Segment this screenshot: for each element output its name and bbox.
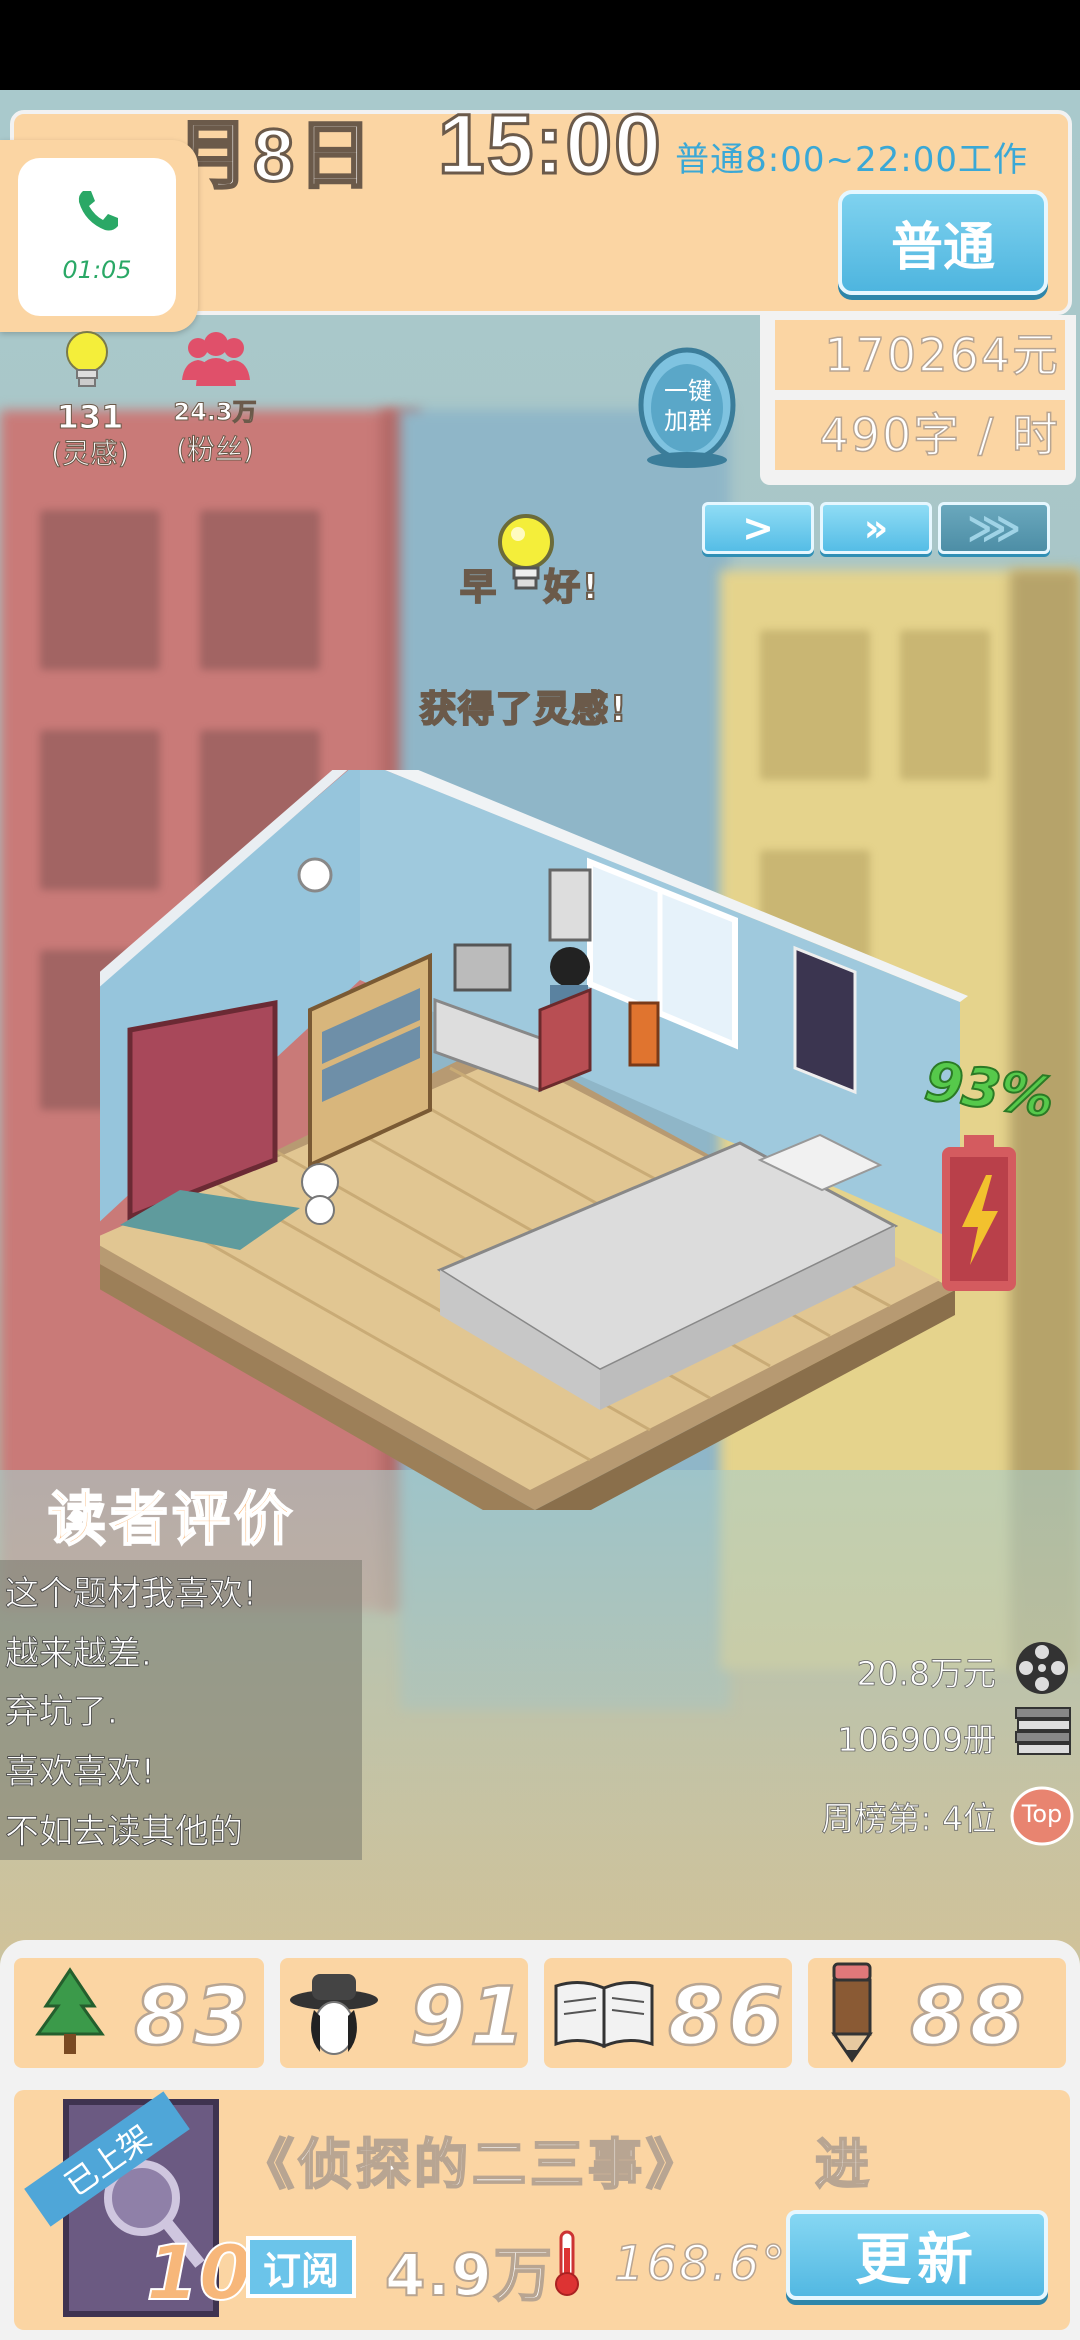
phone-icon — [78, 191, 118, 231]
isometric-room[interactable] — [100, 770, 1000, 1510]
speed-2x-button[interactable]: » — [820, 502, 932, 554]
speed-1x-button[interactable]: > — [702, 502, 814, 554]
inspiration-gained-message: 获得了灵感! — [419, 688, 629, 731]
book-revenue: 20.8万元 — [856, 1654, 996, 1694]
attribute-value-3: 86 — [667, 1969, 788, 2065]
fans-value: 24.3万 — [173, 398, 257, 427]
greeting-message: 早好! — [459, 566, 601, 609]
call-timer: 01:05 — [62, 256, 132, 284]
book-number: 10 — [145, 2227, 253, 2318]
reader-reviews-list: 这个题材我喜欢! 越来越差. 弃坑了. 喜欢喜欢! 不如去读其他的 — [0, 1560, 362, 1860]
film-reel-icon — [1016, 1642, 1068, 1694]
lightbulb-icon — [66, 331, 108, 387]
review-item: 弃坑了. — [5, 1692, 119, 1733]
phone-call-popup[interactable]: 01:05 — [0, 140, 198, 332]
update-button[interactable]: 更新 — [786, 2210, 1048, 2300]
battery-icon — [942, 1135, 1016, 1291]
inspiration-value: 131 — [56, 398, 124, 437]
book-title: 《侦探的二三事》 — [239, 2132, 704, 2197]
book-heat: 168.6° — [613, 2235, 788, 2293]
attribute-value-2: 91 — [409, 1969, 530, 2065]
open-book-icon — [554, 1981, 654, 2049]
thermometer-icon — [555, 2230, 579, 2296]
pencil-icon — [831, 1962, 873, 2063]
attribute-value-4: 88 — [909, 1969, 1030, 2065]
books-stack-icon — [1015, 1707, 1071, 1755]
date-display: 月8日 — [173, 113, 377, 199]
subscriber-count: 4.9万 — [384, 2240, 554, 2310]
review-item: 这个题材我喜欢! — [5, 1574, 257, 1615]
review-item: 不如去读其他的 — [5, 1812, 244, 1853]
work-hours-label: 普通8:00~22:00工作 — [675, 140, 1028, 180]
fans-icon — [182, 332, 250, 386]
speed-3x-button[interactable]: ⋙ — [938, 502, 1050, 554]
weekly-rank: 周榜第: 4位 — [821, 1799, 996, 1839]
qq-group-label[interactable]: 一键 加群 — [650, 376, 726, 436]
tree-icon — [35, 1967, 105, 2054]
review-item: 喜欢喜欢! — [5, 1752, 155, 1793]
inspiration-label: (灵感) — [51, 437, 130, 471]
subscribe-button[interactable]: 订阅 — [246, 2236, 356, 2298]
attribute-value-1: 83 — [133, 1969, 254, 2065]
status-bar — [0, 0, 1080, 90]
reader-reviews-title: 读者评价 — [47, 1484, 297, 1554]
time-display: 15:00 — [437, 96, 663, 193]
review-item: 越来越差. — [5, 1634, 153, 1675]
detective-hat-icon — [290, 1974, 378, 2055]
fans-label: (粉丝) — [176, 433, 255, 467]
writing-speed-value: 490字 / 时 — [819, 407, 1060, 463]
book-copies: 106909册 — [837, 1720, 997, 1760]
money-value: 170264元 — [824, 327, 1060, 383]
phone-call-card[interactable]: 01:05 — [18, 158, 176, 316]
top-badge-label: Top — [1021, 1800, 1063, 1828]
top-rank-badge[interactable]: Top — [1010, 1786, 1074, 1846]
work-mode-button[interactable]: 普通 — [838, 190, 1048, 295]
